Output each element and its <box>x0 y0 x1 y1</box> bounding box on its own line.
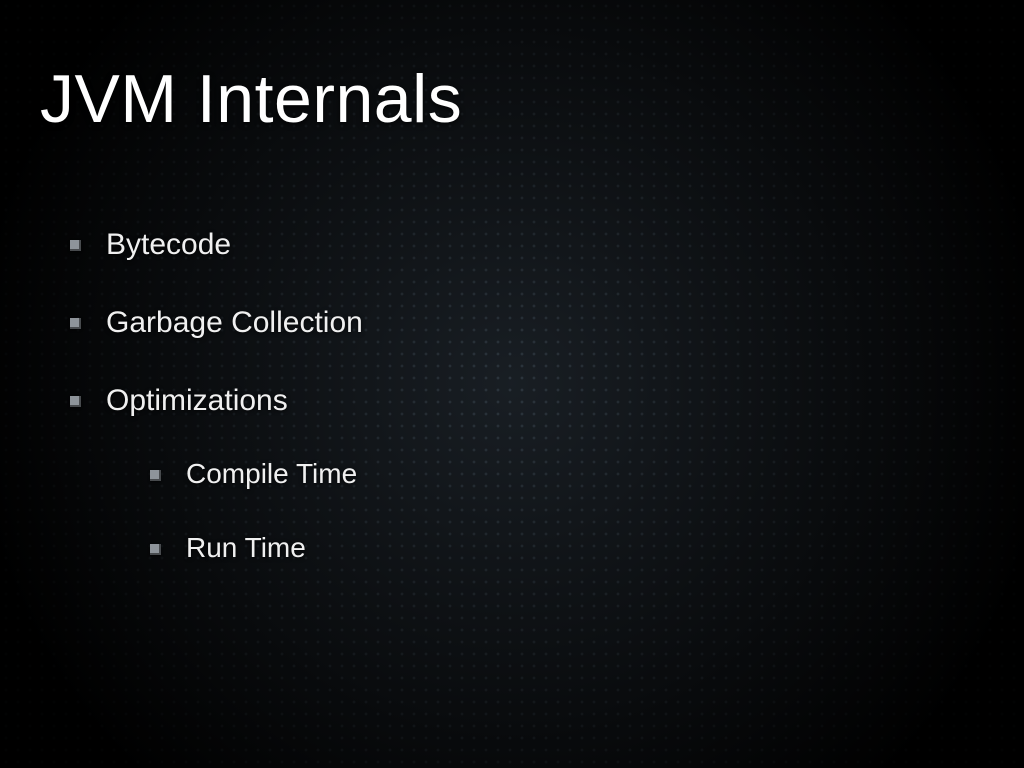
bullet-label: Run Time <box>186 532 306 563</box>
list-item: Compile Time <box>150 458 984 490</box>
presentation-slide: JVM Internals Bytecode Garbage Collectio… <box>0 0 1024 768</box>
bullet-label: Garbage Collection <box>106 306 363 339</box>
list-item: Optimizations Compile Time Run Time <box>70 384 984 564</box>
list-item: Garbage Collection <box>70 306 984 340</box>
list-item: Bytecode <box>70 228 984 262</box>
bullet-list: Bytecode Garbage Collection Optimization… <box>40 228 984 564</box>
bullet-label: Compile Time <box>186 458 357 489</box>
bullet-label: Optimizations <box>106 384 288 417</box>
sub-bullet-list: Compile Time Run Time <box>106 458 984 564</box>
bullet-label: Bytecode <box>106 228 231 261</box>
slide-title: JVM Internals <box>40 60 984 138</box>
list-item: Run Time <box>150 532 984 564</box>
